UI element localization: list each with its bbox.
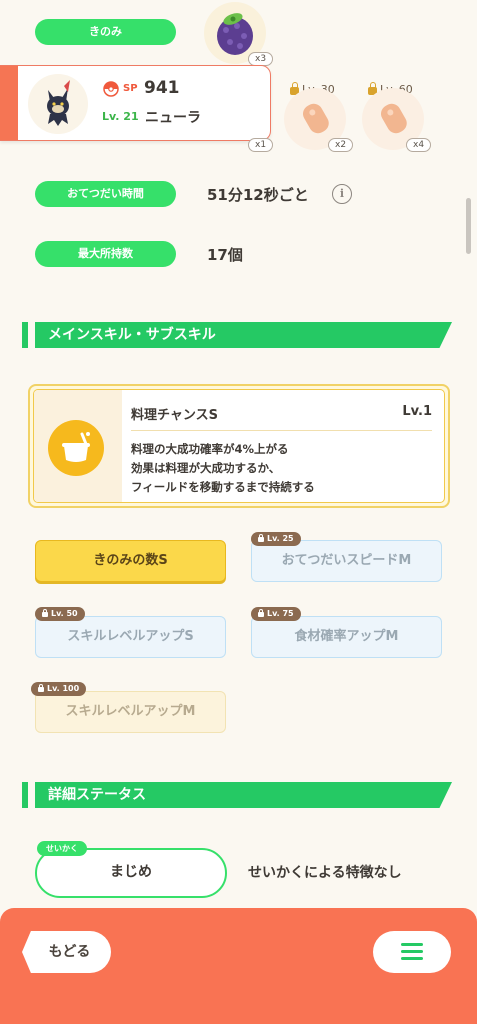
ingredient-slot-1-count: x2 — [328, 138, 354, 152]
section-bar — [22, 782, 28, 808]
pokemon-name: ニューラ — [145, 110, 201, 126]
sub-skill-skill-level-up-m[interactable]: スキルレベルアップM — [35, 691, 226, 733]
pokemon-berry-count: x1 — [248, 138, 274, 152]
hamburger-icon — [401, 950, 423, 953]
skills-section-header: メインスキル・サブスキル — [22, 322, 452, 348]
nature-value: まじめ — [110, 864, 152, 880]
menu-button[interactable] — [373, 931, 451, 973]
skills-section-title: メインスキル・サブスキル — [35, 322, 452, 348]
description-line: フィールドを移動するまで持続する — [131, 480, 315, 494]
help-time-label: おてつだい時間 — [35, 181, 176, 207]
details-section-title: 詳細ステータス — [35, 782, 452, 808]
scrollbar[interactable] — [466, 198, 471, 254]
max-carry-value: 17個 — [207, 246, 243, 264]
back-button[interactable]: もどる — [22, 931, 111, 973]
pokemon-card[interactable]: SP 941 Lv. 21 ニューラ — [0, 65, 271, 141]
help-time-value: 51分12秒ごと — [207, 186, 309, 204]
lock-icon — [38, 683, 44, 692]
details-section-header: 詳細ステータス — [22, 782, 452, 808]
pokemon-level: Lv. 21 — [102, 110, 139, 123]
sp-value: 941 — [144, 78, 180, 98]
main-skill-divider — [131, 430, 432, 431]
description-line: 効果は料理が大成功するか、 — [131, 461, 281, 475]
pokemon-avatar — [28, 74, 88, 134]
sub-skill-skill-level-up-s[interactable]: スキルレベルアップS — [35, 616, 226, 658]
nature-tag: せいかく — [37, 841, 87, 856]
hamburger-icon — [401, 957, 423, 960]
info-icon[interactable]: i — [332, 184, 352, 204]
main-skill-card[interactable]: 料理チャンスS Lv.1 料理の大成功確率が4%上がる 効果は料理が大成功するか… — [28, 384, 450, 508]
sub-skill-help-speed-m[interactable]: おてつだいスピードM — [251, 540, 442, 582]
unlock-badge-lv25: Lv. 25 — [251, 532, 301, 546]
lock-icon — [42, 608, 48, 617]
sub-skill-ingredient-finder-m[interactable]: 食材確率アップM — [251, 616, 442, 658]
berry-label: きのみ — [35, 19, 176, 45]
main-skill-icon-pane — [34, 390, 122, 502]
berry-count: x3 — [248, 52, 274, 66]
lock-icon — [258, 608, 264, 617]
main-skill-level: Lv.1 — [402, 404, 432, 419]
sneasel-icon — [47, 80, 70, 126]
unlock-badge-lv50: Lv. 50 — [35, 607, 85, 621]
sp-pokeball-icon — [103, 81, 119, 97]
hamburger-icon — [401, 943, 423, 946]
sub-skill-berry-count-s[interactable]: きのみの数S — [35, 540, 226, 582]
nature-effect: せいかくによる特徴なし — [248, 865, 402, 881]
main-skill-description: 料理の大成功確率が4%上がる 効果は料理が大成功するか、 フィールドを移動するま… — [131, 440, 315, 497]
ingredient-slot-2-count: x4 — [406, 138, 432, 152]
unlock-badge-lv100: Lv. 100 — [31, 682, 87, 696]
unlock-badge-lv75: Lv. 75 — [251, 607, 301, 621]
section-bar — [22, 322, 28, 348]
cooking-pot-icon — [48, 420, 104, 476]
main-skill-inner: 料理チャンスS Lv.1 料理の大成功確率が4%上がる 効果は料理が大成功するか… — [33, 389, 445, 503]
description-line: 料理の大成功確率が4%上がる — [131, 442, 289, 456]
max-carry-label: 最大所持数 — [35, 241, 176, 267]
lock-icon — [258, 533, 264, 542]
sp-label: SP — [123, 83, 138, 94]
main-skill-name: 料理チャンスS — [131, 408, 218, 423]
card-accent-stripe — [0, 66, 18, 140]
